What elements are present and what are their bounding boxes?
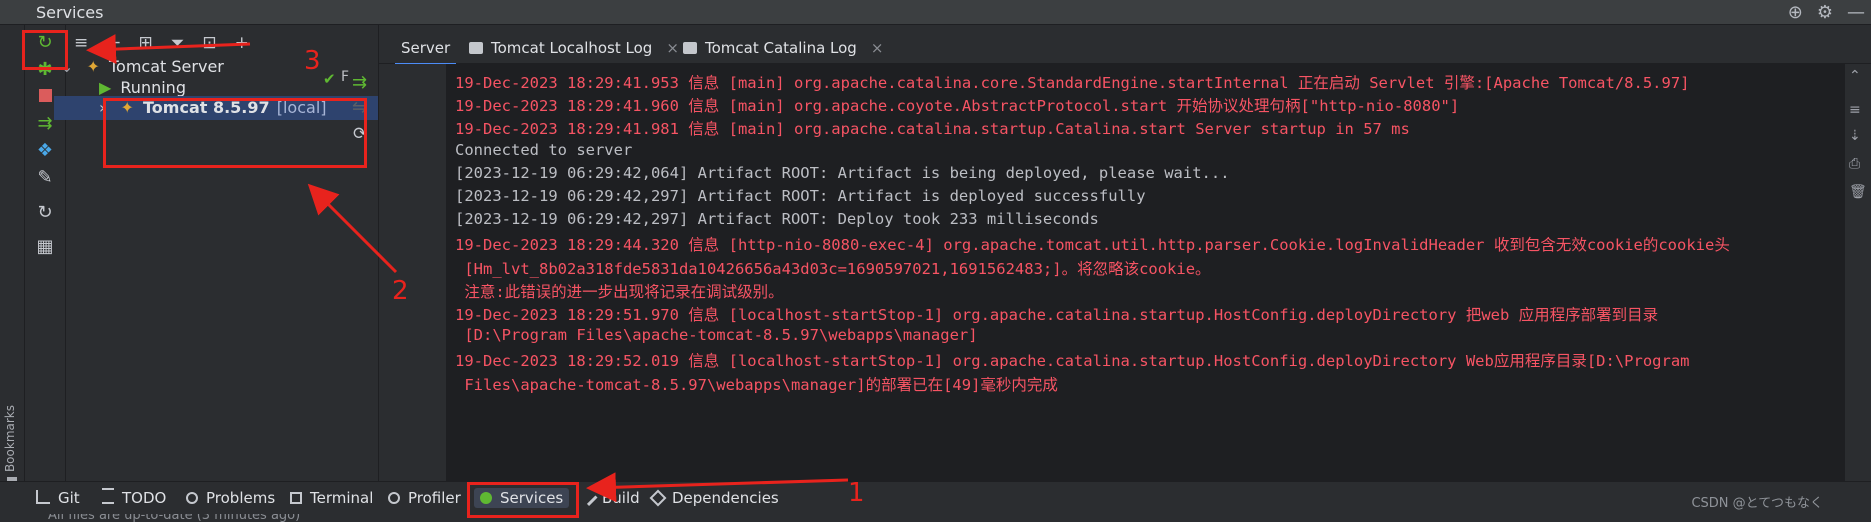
tab-localhost-label: Tomcat Localhost Log [491,39,653,57]
annotation-number-2: 2 [392,276,409,306]
console-line: 19-Dec-2023 18:29:41.953 信息 [main] org.a… [455,74,1690,92]
console-line: [2023-12-19 06:29:42,064] Artifact ROOT:… [455,163,1230,182]
tree-label-tomcat-server: Tomcat Server [109,57,224,76]
console-line: [2023-12-19 06:29:42,297] Artifact ROOT:… [455,187,1146,205]
log-tabs: Server Tomcat Localhost Log × Tomcat Cata… [379,25,1871,66]
close-icon[interactable]: × [666,39,679,57]
git-icon [36,490,50,504]
console-line-partial: ... [455,64,483,68]
deployment-truncated-label: F [341,69,350,85]
tool-git[interactable]: Git [36,488,80,508]
services-tree-panel: ≡ ⇤ ⊞ ⏷ ⊡ + ⌄ ✦ Tomcat Server ▶ Running … [54,25,379,481]
console-line: 注意:此错误的进一步出现将记录在调试级别。 [455,282,784,301]
tool-problems[interactable]: Problems [186,488,275,508]
soft-wrap-icon[interactable]: ≡ [1849,102,1861,118]
filter-icon[interactable]: ⏷ [171,33,185,53]
log-icon [469,42,483,54]
console-line: 19-Dec-2023 18:29:52.019 信息 [localhost-s… [455,352,1690,371]
log-icon [683,42,697,54]
watermark: CSDN @とてつもなく [1691,496,1823,511]
hide-panel-icon[interactable]: — [1847,2,1865,23]
wrench-icon[interactable]: ✎ [31,163,59,191]
left-tool-strip: Bookmarks [0,25,25,491]
console-line: Connected to server [455,140,633,159]
layout-icon[interactable]: ▦ [31,232,59,260]
tool-profiler-label: Profiler [408,489,461,507]
console-line: [Hm_lvt_8b02a318fde5831da10426656a43d03c… [455,259,1211,278]
tomcat-icon: ✦ [86,57,100,76]
tool-profiler[interactable]: Profiler [388,488,461,508]
console-right-gutter: ⌃ ≡ ⇣ ⎙ 🗑 [1844,64,1871,481]
tool-dependencies[interactable]: Dependencies [649,488,779,508]
console-line: 19-Dec-2023 18:29:44.320 信息 [http-nio-80… [455,236,1730,255]
add-service-icon[interactable]: + [235,33,249,53]
tool-terminal[interactable]: Terminal [290,488,373,508]
tool-build-label: Build [602,489,640,507]
tab-tomcat-catalina-log[interactable]: Tomcat Catalina Log × [683,25,883,63]
tool-terminal-label: Terminal [310,489,374,507]
refresh-icon[interactable]: ↻ [31,198,59,226]
tool-problems-label: Problems [206,489,276,507]
services-action-toolbar: ↻ ✱ ⇉ ❖ ✎ ↻ ▦ [25,25,66,481]
status-text: All files are up-to-date (3 minutes ago) [48,514,301,522]
problems-icon [186,492,198,504]
status-bar: All files are up-to-date (3 minutes ago) [0,514,1871,522]
tree-label-running: Running [120,78,186,97]
console-line: 19-Dec-2023 18:29:51.970 信息 [localhost-s… [455,306,1659,324]
gear-icon[interactable]: ⚙ [1817,2,1833,23]
tab-tomcat-localhost-log[interactable]: Tomcat Localhost Log × [469,25,679,63]
console-line: [2023-12-19 06:29:42,297] Artifact ROOT:… [455,210,1099,229]
console-output[interactable]: ... 19-Dec-2023 18:29:41.953 信息 [main] o… [447,64,1844,481]
terminal-icon [290,492,302,504]
artifact-icon[interactable]: ❖ [31,136,59,164]
build-icon [578,486,598,507]
annotation-number-1: 1 [848,478,865,508]
todo-icon [102,488,114,504]
expand-all-icon[interactable]: ≡ [74,33,88,53]
console-line: 19-Dec-2023 18:29:41.960 信息 [main] org.a… [455,97,1460,116]
check-icon: ✔ [323,70,336,88]
tab-catalina-label: Tomcat Catalina Log [705,39,857,57]
scroll-end-icon[interactable]: ⇣ [1849,128,1861,144]
console-line: Files\apache-tomcat-8.5.97\webapps\manag… [455,375,1058,394]
running-icon: ▶ [99,78,112,97]
close-icon[interactable]: × [871,39,884,57]
group-by-icon[interactable]: ⊞ [139,33,153,53]
deployment-side-column: ✔ F ⇉ ⇋ ⟳ [323,64,447,481]
bottom-tool-window-bar: Git TODO Problems Terminal Profiler Serv… [0,481,1871,514]
dependencies-icon [649,489,667,507]
scroll-up-icon[interactable]: ⌃ [1849,68,1861,84]
tool-build[interactable]: Build [578,486,640,508]
profiler-icon [388,492,400,504]
window-title: Services [36,3,104,22]
collapse-all-icon[interactable]: ⇤ [106,33,120,53]
annotation-box-services [467,482,579,518]
bookmarks-label[interactable]: Bookmarks [3,405,17,472]
trash-icon[interactable]: 🗑 [1849,184,1867,200]
console-line: 19-Dec-2023 18:29:41.981 信息 [main] org.a… [455,120,1410,139]
deploy-icon[interactable]: ⇉ [352,72,367,93]
tool-git-label: Git [58,489,80,507]
tool-todo-label: TODO [122,489,167,507]
print-icon[interactable]: ⎙ [1849,156,1860,172]
console-line: [D:\Program Files\apache-tomcat-8.5.97\w… [455,326,978,345]
tab-server-label: Server [401,39,451,57]
annotation-box-rerun [22,30,68,70]
services-title-bar: Services ⊕ ⚙ — [0,0,1871,25]
crosshair-icon[interactable]: ⊕ [1788,2,1803,23]
new-tab-icon[interactable]: ⊡ [202,33,216,53]
annotation-box-tomcat-instance [103,98,367,168]
annotation-number-3: 3 [304,46,321,76]
tool-todo[interactable]: TODO [102,488,166,508]
tool-dependencies-label: Dependencies [672,489,779,507]
service-detail-panel: Server Tomcat Localhost Log × Tomcat Cata… [323,25,1871,481]
tab-server[interactable]: Server [395,25,457,66]
